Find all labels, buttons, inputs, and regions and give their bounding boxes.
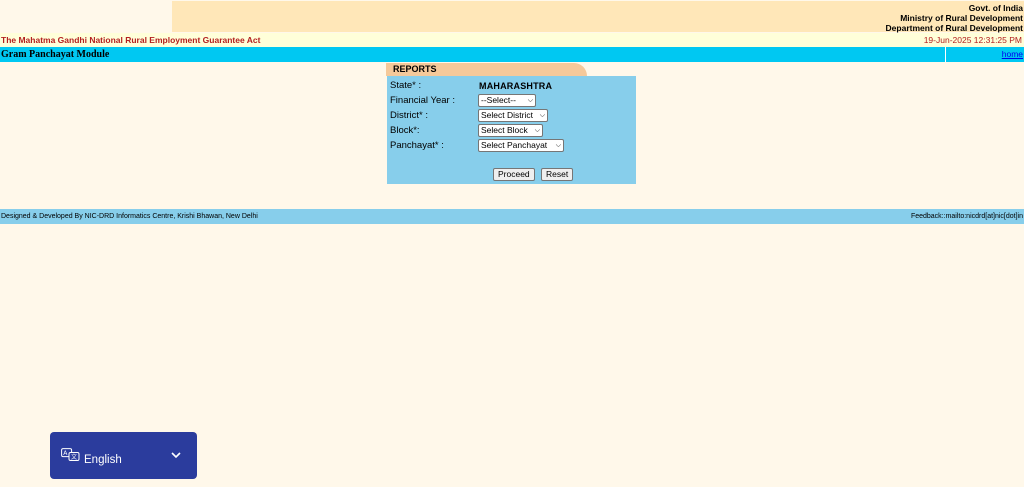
- footer-feedback[interactable]: Feedback::mailto:nicdrd[at]nic[dot]in: [911, 213, 1023, 220]
- module-title: Gram Panchayat Module: [1, 49, 110, 60]
- state-value: MAHARASHTRA: [479, 81, 553, 91]
- act-title: The Mahatma Gandhi National Rural Employ…: [1, 35, 261, 45]
- language-selector[interactable]: A 文 English: [50, 432, 197, 479]
- footer-credits: Designed & Developed By NIC-DRD Informat…: [1, 213, 258, 220]
- panchayat-label: Panchayat* :: [390, 140, 444, 151]
- financial-year-selected: --Select--: [481, 95, 516, 105]
- reports-tab: REPORTS: [386, 63, 587, 76]
- financial-year-select[interactable]: --Select-- ⌵: [478, 94, 536, 107]
- language-label: English: [84, 454, 122, 466]
- chevron-down-icon: ⌵: [539, 112, 545, 119]
- home-cell: home: [945, 47, 1024, 62]
- chevron-down-icon: [171, 452, 181, 459]
- panchayat-selected: Select Panchayat: [481, 140, 548, 150]
- footer: Designed & Developed By NIC-DRD Informat…: [0, 209, 1024, 224]
- gov-line-ministry: Ministry of Rural Development: [900, 13, 1023, 23]
- district-label: District* :: [390, 110, 428, 121]
- header-right-cell: Govt. of India Ministry of Rural Develop…: [172, 1, 1024, 33]
- timestamp: 19-Jun-2025 12:31:25 PM: [923, 35, 1022, 45]
- header-left-cell: [0, 1, 172, 32]
- block-selected: Select Block: [481, 125, 528, 135]
- chevron-down-icon: ⌵: [555, 142, 561, 149]
- gov-lines: Govt. of India Ministry of Rural Develop…: [886, 3, 1023, 33]
- block-select[interactable]: Select Block ⌵: [478, 124, 543, 137]
- module-bar: Gram Panchayat Module: [0, 47, 1024, 62]
- home-link[interactable]: home: [1002, 49, 1023, 59]
- header: Govt. of India Ministry of Rural Develop…: [0, 0, 1024, 33]
- reset-button[interactable]: Reset: [541, 168, 574, 181]
- gov-line-india: Govt. of India: [968, 3, 1023, 13]
- chevron-down-icon: ⌵: [534, 127, 540, 134]
- block-label: Block*:: [390, 125, 420, 136]
- translate-icon: A 文: [61, 448, 80, 461]
- panchayat-select[interactable]: Select Panchayat ⌵: [478, 139, 564, 152]
- district-select[interactable]: Select District ⌵: [478, 109, 548, 122]
- district-selected: Select District: [481, 110, 533, 120]
- reports-tab-label: REPORTS: [393, 64, 437, 74]
- gov-line-department: Department of Rural Development: [885, 23, 1023, 33]
- chevron-down-icon: ⌵: [527, 97, 533, 104]
- act-title-row: The Mahatma Gandhi National Rural Employ…: [0, 33, 1024, 47]
- proceed-button[interactable]: Proceed: [493, 168, 535, 181]
- state-label: State* :: [390, 80, 422, 91]
- svg-text:A: A: [63, 450, 68, 457]
- svg-text:文: 文: [71, 453, 77, 461]
- financial-year-label: Financial Year :: [390, 95, 455, 106]
- report-form-panel: State* : MAHARASHTRA Financial Year : --…: [387, 76, 636, 184]
